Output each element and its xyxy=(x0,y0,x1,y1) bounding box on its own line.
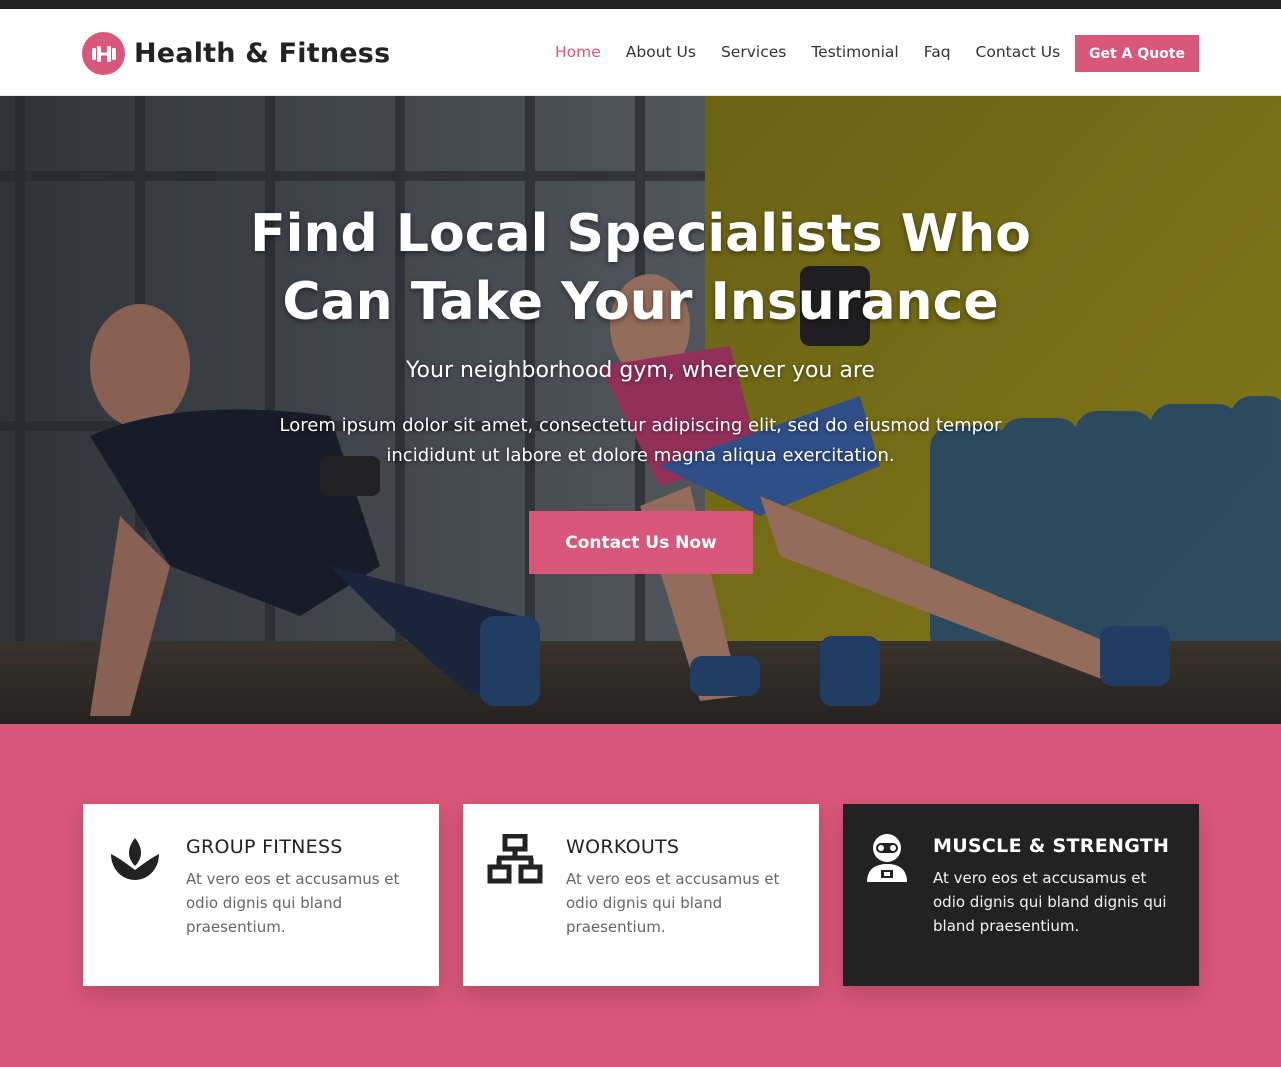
feature-card-muscle-strength[interactable]: MUSCLE & STRENGTH At vero eos et accusam… xyxy=(843,804,1199,986)
feature-text: At vero eos et accusamus et odio dignis … xyxy=(186,870,400,936)
feature-title: MUSCLE & STRENGTH xyxy=(933,835,1170,857)
hero-title: Find Local Specialists Who Can Take Your… xyxy=(0,200,1281,336)
hero-overlay xyxy=(0,96,1281,724)
trainer-icon xyxy=(867,834,907,882)
main-nav: Home About Us Services Testimonial Faq C… xyxy=(555,43,1085,61)
nav-item-contact-us[interactable]: Contact Us xyxy=(976,43,1061,61)
lotus-icon xyxy=(111,838,159,880)
site-header: Health & Fitness Home About Us Services … xyxy=(0,9,1281,96)
feature-title: WORKOUTS xyxy=(566,836,680,858)
feature-card-workouts[interactable]: WORKOUTS At vero eos et accusamus et odi… xyxy=(463,804,819,986)
top-accent-bar xyxy=(0,0,1281,9)
hero-description-line-1: Lorem ipsum dolor sit amet, consectetur … xyxy=(279,415,1002,436)
brand-name: Health & Fitness xyxy=(134,38,391,69)
site-logo[interactable]: Health & Fitness xyxy=(82,32,390,75)
features-section: GROUP FITNESS At vero eos et accusamus e… xyxy=(0,724,1281,1067)
get-quote-button[interactable]: Get A Quote xyxy=(1075,35,1199,72)
dumbbell-icon xyxy=(82,32,125,75)
nav-item-services[interactable]: Services xyxy=(721,43,786,61)
hero-description-line-2: incididunt ut labore et dolore magna ali… xyxy=(386,445,895,466)
contact-us-now-button[interactable]: Contact Us Now xyxy=(529,511,753,574)
nav-item-testimonial[interactable]: Testimonial xyxy=(811,43,898,61)
nav-item-about-us[interactable]: About Us xyxy=(626,43,696,61)
feature-text: At vero eos et accusamus et odio dignis … xyxy=(566,870,780,936)
hero-subtitle: Your neighborhood gym, wherever you are xyxy=(406,358,875,383)
nav-item-home[interactable]: Home xyxy=(555,43,601,61)
hero-section: Find Local Specialists Who Can Take Your… xyxy=(0,96,1281,724)
feature-title: GROUP FITNESS xyxy=(186,836,343,858)
hero-title-line-1: Find Local Specialists Who xyxy=(250,204,1031,264)
hero-description: Lorem ipsum dolor sit amet, consectetur … xyxy=(240,411,1041,471)
network-icon xyxy=(487,834,543,884)
feature-card-group-fitness[interactable]: GROUP FITNESS At vero eos et accusamus e… xyxy=(83,804,439,986)
hero-title-line-2: Can Take Your Insurance xyxy=(282,272,999,332)
feature-text: At vero eos et accusamus et odio dignis … xyxy=(933,869,1167,935)
nav-item-faq[interactable]: Faq xyxy=(924,43,951,61)
